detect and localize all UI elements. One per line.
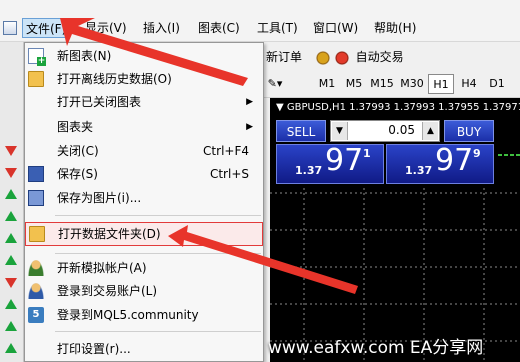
annotation-arrow-to-file-menu [60,18,248,86]
watermark-text: www.eafxw.com EA分享网 [268,338,484,358]
annotation-arrow-to-data-folder [168,225,358,294]
annotation-arrows [60,18,358,294]
